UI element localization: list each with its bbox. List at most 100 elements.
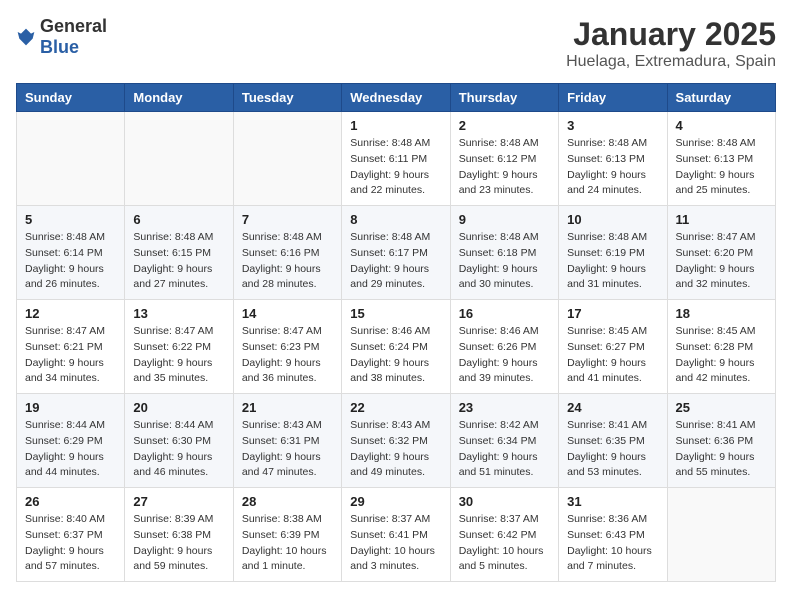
day-info: Sunrise: 8:48 AMSunset: 6:17 PMDaylight:… <box>350 230 441 293</box>
calendar-cell: 17 Sunrise: 8:45 AMSunset: 6:27 PMDayligh… <box>559 300 667 394</box>
day-info: Sunrise: 8:46 AMSunset: 6:26 PMDaylight:… <box>459 324 550 387</box>
day-number: 17 <box>567 306 658 321</box>
day-number: 31 <box>567 494 658 509</box>
calendar-cell: 22Sunrise: 8:43 AMSunset: 6:32 PMDayligh… <box>342 394 450 488</box>
day-number: 2 <box>459 118 550 133</box>
day-number: 26 <box>25 494 116 509</box>
calendar-cell <box>667 488 775 582</box>
calendar-cell: 24 Sunrise: 8:41 AMSunset: 6:35 PMDayligh… <box>559 394 667 488</box>
day-info: Sunrise: 8:48 AMSunset: 6:12 PMDaylight:… <box>459 136 550 199</box>
day-number: 29 <box>350 494 441 509</box>
day-info: Sunrise: 8:48 AMSunset: 6:19 PMDaylight:… <box>567 230 658 293</box>
title-block: January 2025 Huelaga, Extremadura, Spain <box>566 16 776 71</box>
page-header: General Blue January 2025 Huelaga, Extre… <box>16 16 776 71</box>
day-number: 12 <box>25 306 116 321</box>
day-info: Sunrise: 8:48 AMSunset: 6:15 PMDaylight:… <box>133 230 224 293</box>
calendar-cell: 20Sunrise: 8:44 AMSunset: 6:30 PMDayligh… <box>125 394 233 488</box>
calendar-week-row: 12 Sunrise: 8:47 AMSunset: 6:21 PMDayligh… <box>17 300 776 394</box>
day-number: 7 <box>242 212 333 227</box>
calendar-table: SundayMondayTuesdayWednesdayThursdayFrid… <box>16 83 776 582</box>
calendar-cell <box>17 112 125 206</box>
calendar-cell: 25 Sunrise: 8:41 AMSunset: 6:36 PMDayligh… <box>667 394 775 488</box>
calendar-cell: 29 Sunrise: 8:37 AMSunset: 6:41 PMDayligh… <box>342 488 450 582</box>
day-info: Sunrise: 8:47 AMSunset: 6:22 PMDaylight:… <box>133 324 224 387</box>
calendar-cell: 27Sunrise: 8:39 AMSunset: 6:38 PMDayligh… <box>125 488 233 582</box>
day-info: Sunrise: 8:48 AMSunset: 6:16 PMDaylight:… <box>242 230 333 293</box>
day-number: 8 <box>350 212 441 227</box>
day-number: 10 <box>567 212 658 227</box>
day-number: 25 <box>676 400 767 415</box>
day-number: 23 <box>459 400 550 415</box>
day-info: Sunrise: 8:41 AMSunset: 6:35 PMDaylight:… <box>567 418 658 481</box>
calendar-cell: 4 Sunrise: 8:48 AMSunset: 6:13 PMDaylight… <box>667 112 775 206</box>
day-info: Sunrise: 8:48 AMSunset: 6:13 PMDaylight:… <box>676 136 767 199</box>
calendar-cell: 14Sunrise: 8:47 AMSunset: 6:23 PMDayligh… <box>233 300 341 394</box>
calendar-week-row: 1 Sunrise: 8:48 AMSunset: 6:11 PMDaylight… <box>17 112 776 206</box>
calendar-cell: 5 Sunrise: 8:48 AMSunset: 6:14 PMDaylight… <box>17 206 125 300</box>
day-number: 11 <box>676 212 767 227</box>
day-info: Sunrise: 8:39 AMSunset: 6:38 PMDaylight:… <box>133 512 224 575</box>
day-number: 13 <box>133 306 224 321</box>
day-number: 4 <box>676 118 767 133</box>
day-info: Sunrise: 8:47 AMSunset: 6:20 PMDaylight:… <box>676 230 767 293</box>
weekday-header-tuesday: Tuesday <box>233 84 341 112</box>
calendar-cell: 10 Sunrise: 8:48 AMSunset: 6:19 PMDayligh… <box>559 206 667 300</box>
calendar-cell: 28 Sunrise: 8:38 AMSunset: 6:39 PMDayligh… <box>233 488 341 582</box>
calendar-cell: 16Sunrise: 8:46 AMSunset: 6:26 PMDayligh… <box>450 300 558 394</box>
day-info: Sunrise: 8:45 AMSunset: 6:28 PMDaylight:… <box>676 324 767 387</box>
calendar-cell: 18 Sunrise: 8:45 AMSunset: 6:28 PMDayligh… <box>667 300 775 394</box>
day-info: Sunrise: 8:36 AMSunset: 6:43 PMDaylight:… <box>567 512 658 575</box>
day-number: 15 <box>350 306 441 321</box>
calendar-cell: 7 Sunrise: 8:48 AMSunset: 6:16 PMDaylight… <box>233 206 341 300</box>
logo-text-blue: Blue <box>40 37 79 57</box>
day-info: Sunrise: 8:38 AMSunset: 6:39 PMDaylight:… <box>242 512 333 575</box>
day-info: Sunrise: 8:37 AMSunset: 6:41 PMDaylight:… <box>350 512 441 575</box>
calendar-cell: 15 Sunrise: 8:46 AMSunset: 6:24 PMDayligh… <box>342 300 450 394</box>
day-info: Sunrise: 8:46 AMSunset: 6:24 PMDaylight:… <box>350 324 441 387</box>
day-number: 3 <box>567 118 658 133</box>
day-number: 5 <box>25 212 116 227</box>
day-info: Sunrise: 8:42 AMSunset: 6:34 PMDaylight:… <box>459 418 550 481</box>
day-info: Sunrise: 8:43 AMSunset: 6:31 PMDaylight:… <box>242 418 333 481</box>
calendar-cell: 8 Sunrise: 8:48 AMSunset: 6:17 PMDaylight… <box>342 206 450 300</box>
calendar-cell <box>125 112 233 206</box>
calendar-cell <box>233 112 341 206</box>
day-number: 19 <box>25 400 116 415</box>
calendar-cell: 19 Sunrise: 8:44 AMSunset: 6:29 PMDayligh… <box>17 394 125 488</box>
logo-text-general: General <box>40 16 107 36</box>
day-number: 30 <box>459 494 550 509</box>
calendar-cell: 21 Sunrise: 8:43 AMSunset: 6:31 PMDayligh… <box>233 394 341 488</box>
calendar-cell: 31 Sunrise: 8:36 AMSunset: 6:43 PMDayligh… <box>559 488 667 582</box>
day-info: Sunrise: 8:48 AMSunset: 6:13 PMDaylight:… <box>567 136 658 199</box>
calendar-cell: 11 Sunrise: 8:47 AMSunset: 6:20 PMDayligh… <box>667 206 775 300</box>
day-info: Sunrise: 8:47 AMSunset: 6:21 PMDaylight:… <box>25 324 116 387</box>
day-number: 6 <box>133 212 224 227</box>
day-number: 1 <box>350 118 441 133</box>
day-info: Sunrise: 8:48 AMSunset: 6:14 PMDaylight:… <box>25 230 116 293</box>
day-info: Sunrise: 8:44 AMSunset: 6:29 PMDaylight:… <box>25 418 116 481</box>
weekday-header-thursday: Thursday <box>450 84 558 112</box>
day-number: 18 <box>676 306 767 321</box>
weekday-header-friday: Friday <box>559 84 667 112</box>
day-info: Sunrise: 8:48 AMSunset: 6:18 PMDaylight:… <box>459 230 550 293</box>
month-title: January 2025 <box>566 16 776 53</box>
day-info: Sunrise: 8:37 AMSunset: 6:42 PMDaylight:… <box>459 512 550 575</box>
calendar-cell: 3 Sunrise: 8:48 AMSunset: 6:13 PMDaylight… <box>559 112 667 206</box>
day-number: 24 <box>567 400 658 415</box>
day-info: Sunrise: 8:48 AMSunset: 6:11 PMDaylight:… <box>350 136 441 199</box>
weekday-header-row: SundayMondayTuesdayWednesdayThursdayFrid… <box>17 84 776 112</box>
calendar-cell: 26Sunrise: 8:40 AMSunset: 6:37 PMDayligh… <box>17 488 125 582</box>
day-info: Sunrise: 8:41 AMSunset: 6:36 PMDaylight:… <box>676 418 767 481</box>
weekday-header-sunday: Sunday <box>17 84 125 112</box>
calendar-cell: 9Sunrise: 8:48 AMSunset: 6:18 PMDaylight… <box>450 206 558 300</box>
day-info: Sunrise: 8:45 AMSunset: 6:27 PMDaylight:… <box>567 324 658 387</box>
day-number: 20 <box>133 400 224 415</box>
day-number: 21 <box>242 400 333 415</box>
day-number: 22 <box>350 400 441 415</box>
calendar-cell: 13 Sunrise: 8:47 AMSunset: 6:22 PMDayligh… <box>125 300 233 394</box>
calendar-cell: 1 Sunrise: 8:48 AMSunset: 6:11 PMDaylight… <box>342 112 450 206</box>
logo: General Blue <box>16 16 107 58</box>
day-number: 28 <box>242 494 333 509</box>
logo-icon <box>16 27 36 47</box>
calendar-cell: 30 Sunrise: 8:37 AMSunset: 6:42 PMDayligh… <box>450 488 558 582</box>
